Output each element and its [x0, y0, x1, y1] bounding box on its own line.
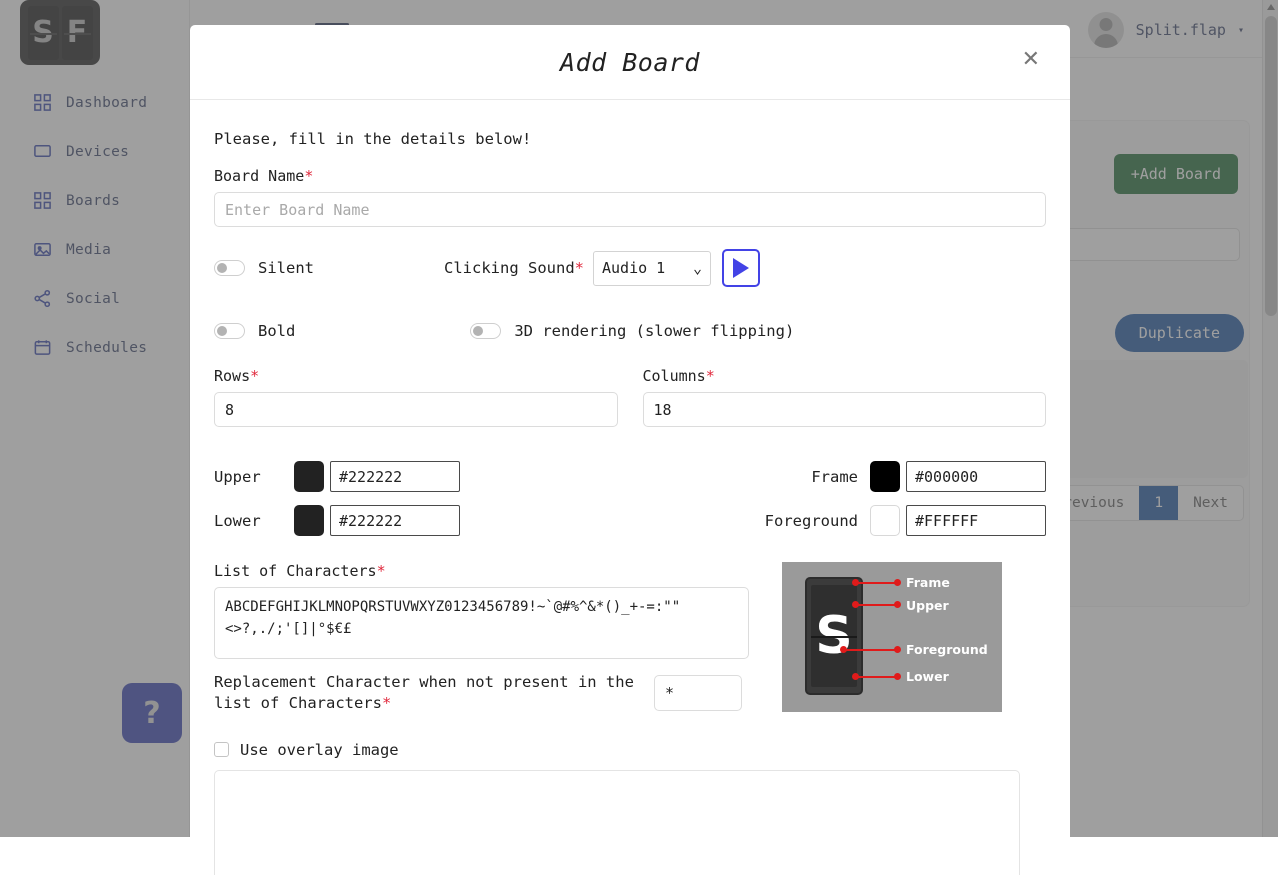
preview-line-lower	[856, 676, 898, 678]
required-marker: *	[377, 562, 386, 580]
foreground-color-hex-input[interactable]	[906, 505, 1046, 536]
chevron-down-icon: ⌄	[693, 259, 702, 277]
preview-label-frame: Frame	[906, 575, 950, 590]
required-marker: *	[706, 367, 715, 385]
frame-color-label: Frame	[750, 468, 870, 486]
3d-rendering-label: 3D rendering (slower flipping)	[514, 322, 794, 340]
use-overlay-image-label: Use overlay image	[240, 741, 399, 759]
overlay-image-dropzone[interactable]	[214, 770, 1020, 875]
clicking-sound-label: Clicking Sound*	[444, 259, 584, 277]
lower-color-swatch[interactable]	[294, 505, 324, 536]
board-name-label-text: Board Name	[214, 167, 304, 185]
columns-label: Columns*	[643, 367, 1047, 385]
silent-toggle[interactable]	[214, 260, 245, 276]
required-marker: *	[250, 367, 259, 385]
rows-label-text: Rows	[214, 367, 250, 385]
preview-line-frame	[856, 582, 898, 584]
preview-dot-frame-end	[894, 579, 901, 586]
modal-body: Please, fill in the details below! Board…	[190, 100, 1070, 875]
replacement-row: Replacement Character when not present i…	[214, 672, 749, 714]
foreground-color-label: Foreground	[750, 512, 870, 530]
play-sound-button[interactable]	[722, 249, 760, 287]
3d-rendering-toggle[interactable]	[470, 323, 501, 339]
upper-color-label: Upper	[214, 468, 294, 486]
columns-label-text: Columns	[643, 367, 706, 385]
board-preview-diagram: S Frame Upper Foreground Lower	[782, 562, 1002, 712]
columns-field: Columns*	[643, 367, 1047, 427]
required-marker: *	[304, 167, 313, 185]
frame-color-swatch[interactable]	[870, 461, 900, 492]
bold-3d-row: Bold 3D rendering (slower flipping)	[214, 322, 1046, 340]
lower-color-hex-input[interactable]	[330, 505, 460, 536]
use-overlay-image-checkbox[interactable]	[214, 742, 229, 757]
rows-columns-row: Rows* Columns*	[214, 367, 1046, 427]
characters-left: List of Characters* ABCDEFGHIJKLMNOPQRST…	[214, 562, 749, 714]
preview-character: S	[815, 610, 852, 662]
play-icon	[733, 258, 749, 278]
intro-text: Please, fill in the details below!	[214, 130, 1046, 148]
silent-sound-row: Silent Clicking Sound* Audio 1 ⌄	[214, 249, 1046, 287]
frame-color-hex-input[interactable]	[906, 461, 1046, 492]
upper-color-hex-input[interactable]	[330, 461, 460, 492]
required-marker: *	[382, 694, 391, 712]
rows-label: Rows*	[214, 367, 618, 385]
preview-label-foreground: Foreground	[906, 642, 988, 657]
add-board-modal: Add Board ✕ Please, fill in the details …	[190, 25, 1070, 875]
required-marker: *	[575, 259, 584, 277]
rows-field: Rows*	[214, 367, 618, 427]
preview-dot-foreground-end	[894, 646, 901, 653]
preview-dot-lower-end	[894, 673, 901, 680]
clicking-sound-value: Audio 1	[602, 259, 665, 277]
replacement-input[interactable]	[654, 675, 742, 711]
overlay-image-row: Use overlay image	[214, 741, 1046, 759]
rows-input[interactable]	[214, 392, 618, 427]
modal-header: Add Board ✕	[190, 25, 1070, 100]
columns-input[interactable]	[643, 392, 1047, 427]
clicking-sound-label-text: Clicking Sound	[444, 259, 575, 277]
preview-line-foreground	[844, 649, 898, 651]
upper-color-swatch[interactable]	[294, 461, 324, 492]
close-icon[interactable]: ✕	[1022, 49, 1040, 71]
replacement-label: Replacement Character when not present i…	[214, 672, 654, 714]
preview-label-upper: Upper	[906, 598, 949, 613]
characters-section: List of Characters* ABCDEFGHIJKLMNOPQRST…	[214, 562, 1046, 714]
bold-toggle[interactable]	[214, 323, 245, 339]
characters-textarea[interactable]: ABCDEFGHIJKLMNOPQRSTUVWXYZ0123456789!~`@…	[214, 587, 749, 659]
clicking-sound-select[interactable]: Audio 1 ⌄	[593, 251, 711, 286]
preview-tile-inner: S	[811, 585, 857, 687]
board-name-input[interactable]	[214, 192, 1046, 227]
silent-label: Silent	[258, 259, 314, 277]
colors-section: Upper Frame Lower Foreground	[214, 461, 1046, 536]
preview-line-upper	[856, 604, 898, 606]
characters-label: List of Characters*	[214, 562, 749, 580]
preview-dot-upper-end	[894, 601, 901, 608]
lower-color-label: Lower	[214, 512, 294, 530]
preview-label-lower: Lower	[906, 669, 949, 684]
replacement-label-text: Replacement Character when not present i…	[214, 673, 634, 712]
bold-label: Bold	[258, 322, 295, 340]
modal-title: Add Board	[560, 48, 700, 77]
board-name-label: Board Name*	[214, 167, 1046, 185]
foreground-color-swatch[interactable]	[870, 505, 900, 536]
characters-label-text: List of Characters	[214, 562, 377, 580]
